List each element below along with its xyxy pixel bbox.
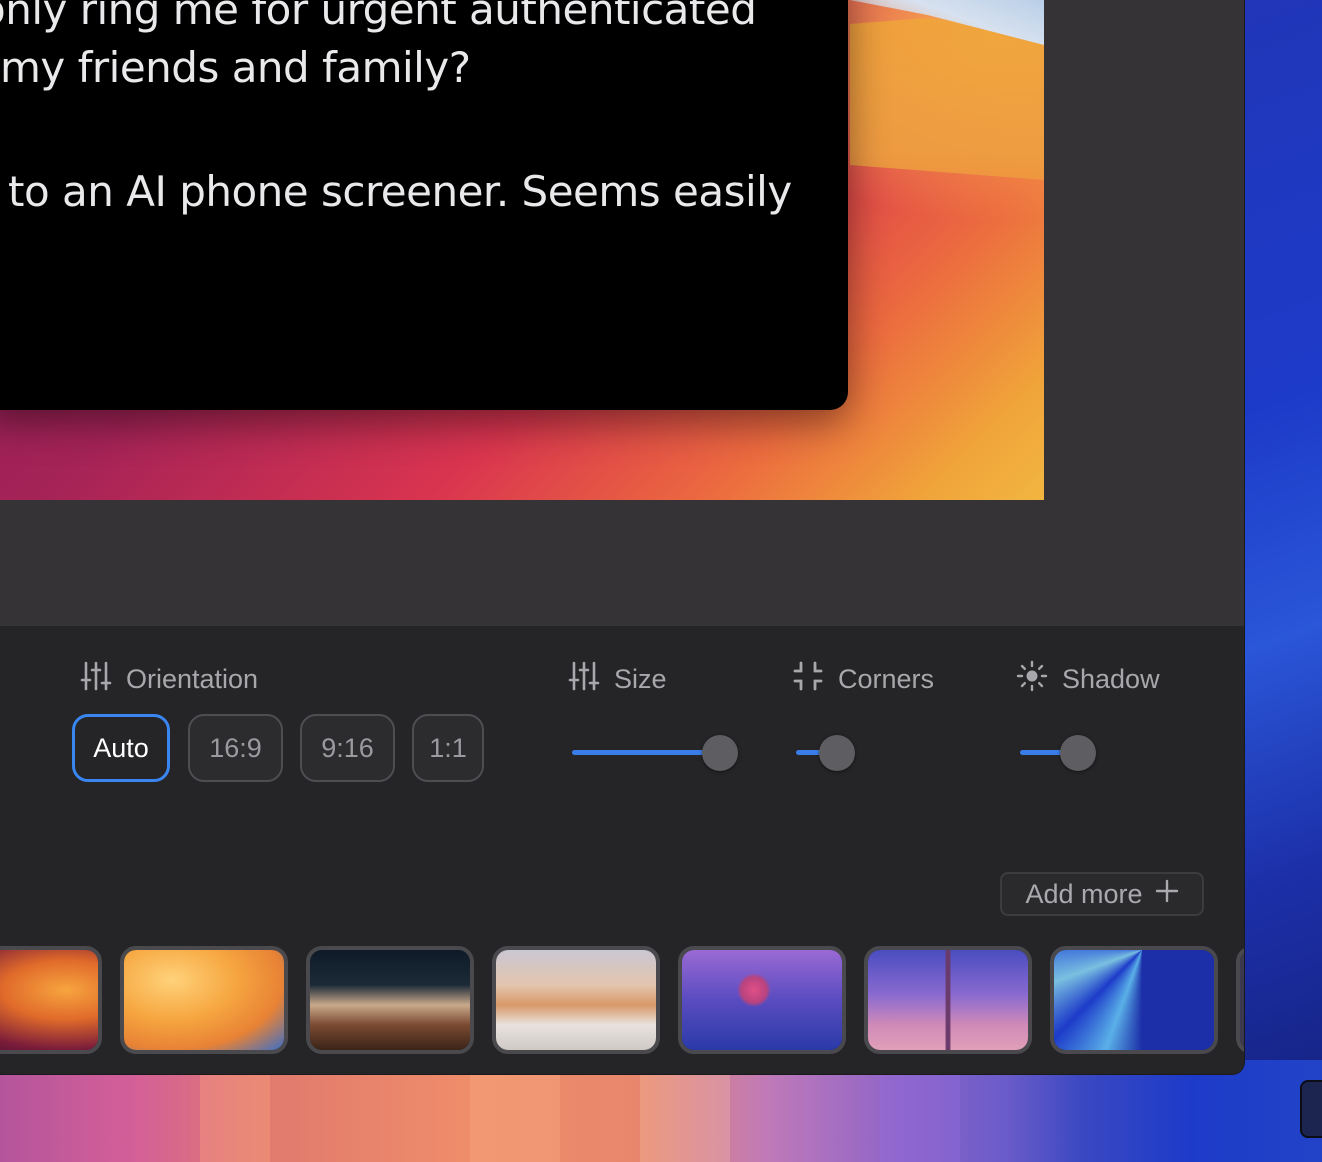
screenshot-card: only ring me for urgent authenticated my…	[0, 0, 848, 410]
tweet-text-line: to an AI phone screener. Seems easily	[8, 167, 792, 216]
background-thumbnail[interactable]	[1236, 946, 1244, 1054]
shadow-label: Shadow	[1062, 663, 1160, 694]
size-slider-thumb[interactable]	[702, 735, 738, 771]
orientation-9-16-button[interactable]: 9:16	[300, 714, 395, 782]
size-section-label: Size	[568, 661, 667, 694]
thumbnail-image	[310, 950, 470, 1050]
background-thumbnail[interactable]	[678, 946, 846, 1054]
background-thumbnail[interactable]	[864, 946, 1032, 1054]
background-thumbnail[interactable]	[120, 946, 288, 1054]
corners-icon	[792, 660, 824, 699]
preview-canvas: only ring me for urgent authenticated my…	[0, 0, 1244, 626]
orientation-auto-button[interactable]: Auto	[72, 714, 170, 782]
thumbnail-image	[1240, 950, 1244, 1050]
thumbnail-image	[682, 950, 842, 1050]
corners-slider-thumb[interactable]	[819, 735, 855, 771]
background-thumbnail[interactable]	[1050, 946, 1218, 1054]
control-panel: Orientation Auto 16:9 9:16 1:1 Size Corn…	[0, 626, 1244, 1074]
shadow-slider-thumb[interactable]	[1060, 735, 1096, 771]
shadow-section-label: Shadow	[1016, 660, 1160, 694]
orientation-section-label: Orientation	[80, 661, 259, 694]
size-slider-fill	[572, 750, 720, 755]
orientation-1-1-button[interactable]: 1:1	[412, 714, 484, 782]
sun-icon	[1016, 660, 1048, 699]
size-label: Size	[614, 663, 667, 694]
desktop-stripe	[640, 1060, 730, 1162]
desktop-stripe	[470, 1060, 560, 1162]
background-thumbnail[interactable]	[306, 946, 474, 1054]
desktop-widget[interactable]	[1300, 1080, 1322, 1138]
corners-section-label: Corners	[792, 661, 935, 694]
corners-label: Corners	[838, 663, 935, 694]
thumbnail-image	[868, 950, 1028, 1050]
add-more-button[interactable]: Add more	[1000, 872, 1204, 916]
tweet-text-line: my friends and family?	[0, 43, 471, 92]
desktop-stripe	[880, 1060, 960, 1162]
tweet-text-line: only ring me for urgent authenticated	[0, 0, 757, 34]
thumbnail-image	[0, 950, 98, 1050]
background-thumbnail[interactable]	[0, 946, 102, 1054]
orientation-16-9-button[interactable]: 16:9	[188, 714, 283, 782]
thumbnail-image	[1054, 950, 1214, 1050]
plus-icon	[1155, 879, 1179, 910]
add-more-label: Add more	[1025, 878, 1143, 909]
sliders-icon	[568, 660, 600, 699]
thumbnail-image	[124, 950, 284, 1050]
orientation-label: Orientation	[126, 663, 259, 694]
sliders-icon	[80, 660, 112, 699]
desktop-stripe	[200, 1060, 270, 1162]
background-thumbnail[interactable]	[492, 946, 660, 1054]
thumbnail-image	[496, 950, 656, 1050]
app-window: only ring me for urgent authenticated my…	[0, 0, 1244, 1074]
